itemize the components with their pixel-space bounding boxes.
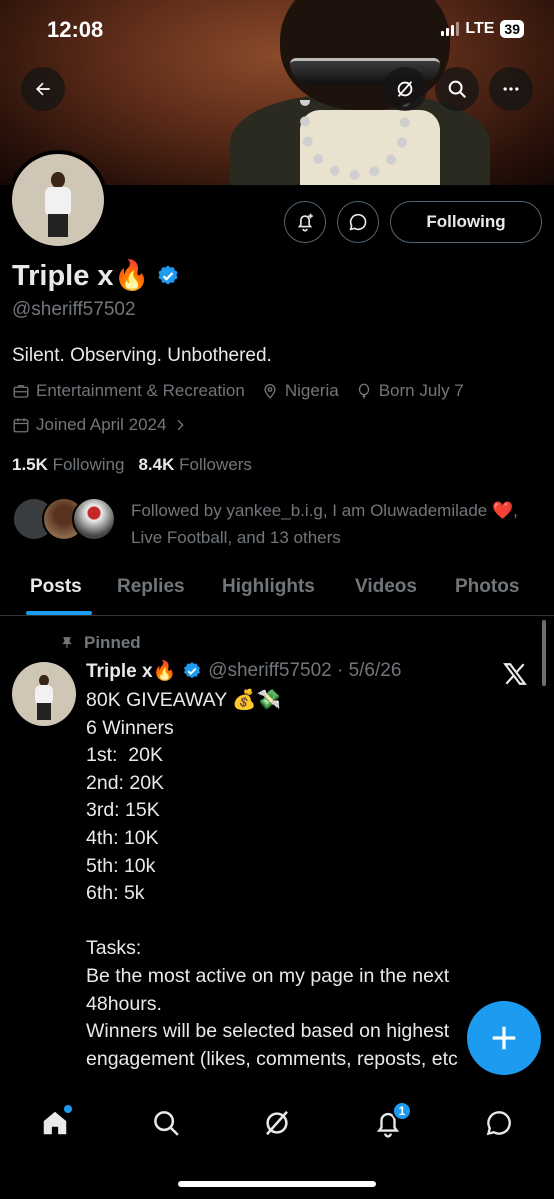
signal-icon [441, 22, 460, 36]
post-header[interactable]: Triple x🔥 @sheriff57502 · 5/6/26 [86, 659, 401, 683]
followers-label: Followers [179, 455, 252, 474]
follower-avatar [72, 497, 116, 541]
grok-button[interactable] [383, 67, 427, 111]
home-unread-dot [64, 1105, 72, 1113]
tab-videos[interactable]: Videos [355, 576, 417, 598]
birthday-label: Born July 7 [378, 381, 464, 400]
nav-grok[interactable] [257, 1103, 297, 1143]
message-icon [349, 213, 367, 231]
profile-name-row: Triple x🔥 [12, 259, 180, 293]
scrollbar[interactable] [542, 620, 546, 686]
network-label: LTE [465, 20, 495, 37]
status-indicators: LTE 39 [441, 20, 524, 38]
calendar-icon [13, 418, 29, 433]
following-label: Following [52, 455, 125, 474]
compose-button[interactable] [467, 1001, 541, 1075]
post-handle-date: @sheriff57502 · 5/6/26 [208, 660, 402, 681]
location-item: Nigeria [261, 381, 339, 401]
display-name: Triple x🔥 [12, 260, 150, 292]
active-tab-indicator [26, 611, 92, 615]
search-button[interactable] [435, 67, 479, 111]
profile-meta-row-1: Entertainment & Recreation Nigeria Born … [12, 381, 464, 401]
followers-stat[interactable]: 8.4K Followers [138, 455, 251, 475]
following-button[interactable]: Following [390, 201, 542, 243]
pinned-label-row: Pinned [60, 633, 141, 653]
following-stat[interactable]: 1.5K Following [12, 455, 124, 475]
post-text[interactable]: 80K GIVEAWAY 💰💸 6 Winners 1st: 20K 2nd: … [86, 687, 526, 1077]
search-icon [154, 1111, 179, 1136]
followers-count: 8.4K [138, 455, 175, 474]
nav-messages[interactable] [479, 1103, 519, 1143]
home-indicator [178, 1181, 376, 1187]
grok-icon [397, 81, 413, 97]
profile-handle: @sheriff57502 [12, 299, 136, 320]
notify-bell-plus-icon [297, 213, 313, 232]
nav-notifications[interactable]: 1 [368, 1101, 412, 1143]
follow-stats: 1.5K Following 8.4K Followers [12, 455, 252, 475]
tab-posts[interactable]: Posts [30, 576, 82, 598]
back-button[interactable] [21, 67, 65, 111]
verified-badge-icon[interactable] [156, 264, 180, 288]
status-time: 12:08 [47, 17, 104, 42]
x-logo-icon[interactable] [502, 661, 528, 687]
back-arrow-icon [36, 82, 50, 96]
location-label: Nigeria [284, 381, 339, 400]
balloon-icon [358, 383, 369, 399]
profile-tabs: Posts Replies Highlights Videos Photos [0, 566, 554, 616]
search-icon [448, 80, 466, 98]
followed-by-avatars[interactable] [12, 497, 116, 541]
more-icon [503, 87, 519, 91]
chevron-right-icon [177, 419, 185, 431]
joined-item[interactable]: Joined April 2024 [12, 415, 188, 435]
message-button[interactable] [337, 201, 379, 243]
chat-icon [486, 1111, 511, 1136]
notify-button[interactable] [284, 201, 326, 243]
nav-search[interactable] [146, 1103, 186, 1143]
tab-highlights[interactable]: Highlights [222, 576, 315, 598]
avatar-person [32, 674, 55, 720]
nav-home[interactable] [35, 1103, 75, 1143]
more-button[interactable] [489, 67, 533, 111]
notification-badge: 1 [392, 1101, 412, 1121]
battery-level: 39 [500, 20, 524, 38]
briefcase-icon [13, 385, 29, 398]
profile-avatar[interactable] [8, 150, 108, 250]
joined-label: Joined April 2024 [36, 415, 167, 434]
post-author-avatar[interactable] [12, 662, 76, 726]
followed-by-text[interactable]: Followed by yankee_b.i.g, I am Oluwademi… [131, 497, 541, 551]
verified-badge-icon [184, 662, 201, 679]
grok-icon [266, 1110, 288, 1136]
profile-meta-row-2[interactable]: Joined April 2024 [12, 415, 188, 435]
plus-icon [492, 1026, 516, 1050]
pinned-label: Pinned [84, 633, 141, 652]
tab-photos[interactable]: Photos [455, 576, 519, 598]
category-label: Entertainment & Recreation [36, 381, 245, 400]
pin-icon [62, 637, 72, 649]
birthday-item: Born July 7 [355, 381, 464, 401]
post-author-name: Triple x🔥 [86, 661, 177, 682]
location-pin-icon [264, 384, 276, 399]
avatar-person [41, 172, 74, 237]
profile-bio: Silent. Observing. Unbothered. [12, 345, 272, 366]
category-item: Entertainment & Recreation [12, 381, 245, 401]
following-count: 1.5K [12, 455, 48, 474]
tab-replies[interactable]: Replies [117, 576, 185, 598]
